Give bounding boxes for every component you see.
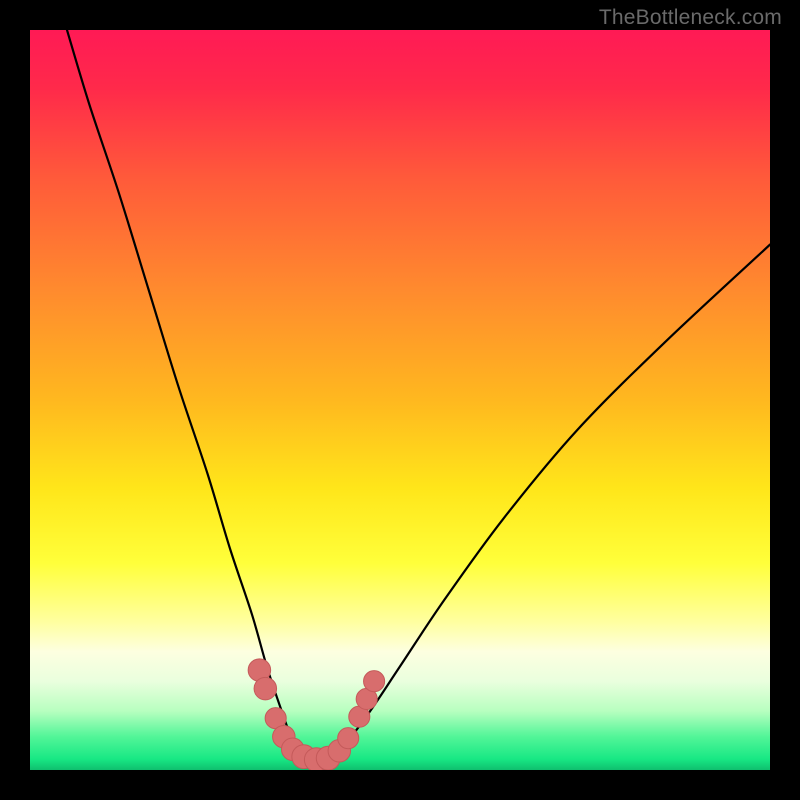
- bottleneck-curve: [67, 30, 770, 761]
- data-bead: [364, 671, 385, 692]
- data-bead: [338, 728, 359, 749]
- watermark-text: TheBottleneck.com: [599, 6, 782, 30]
- chart-frame: TheBottleneck.com: [0, 0, 800, 800]
- plot-area: [30, 30, 770, 770]
- curve-layer: [30, 30, 770, 770]
- data-bead: [254, 677, 276, 699]
